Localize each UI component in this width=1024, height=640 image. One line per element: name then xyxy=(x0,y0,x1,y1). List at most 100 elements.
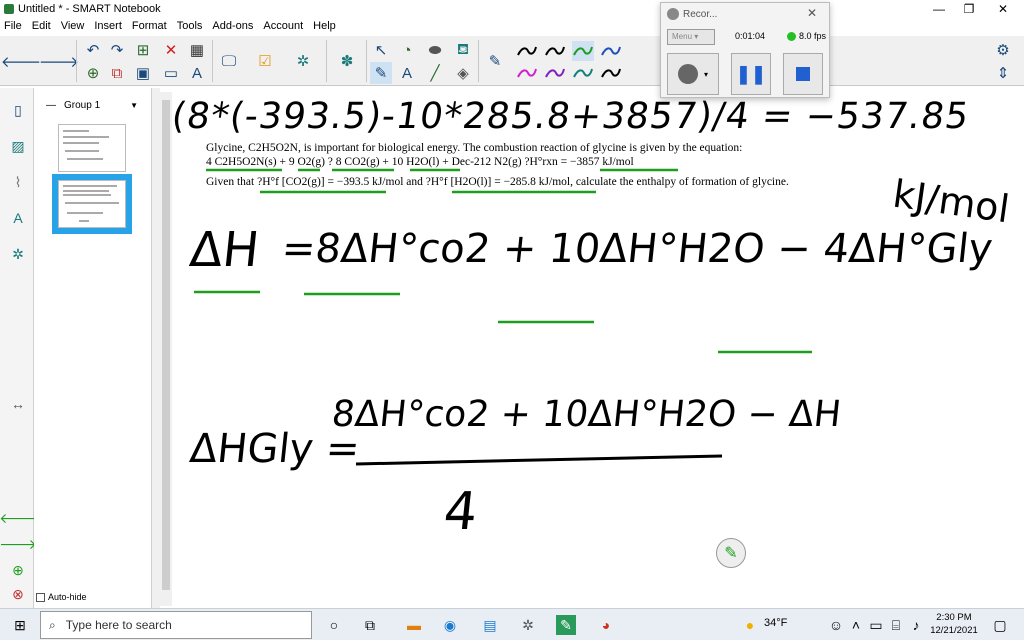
pen-swatch-black-2[interactable] xyxy=(544,41,566,61)
save-icon[interactable]: ▣ xyxy=(132,62,154,84)
floating-pen-icon[interactable]: ✎ xyxy=(716,538,746,568)
menu-view[interactable]: View xyxy=(61,20,85,32)
fill-tool-icon[interactable]: ⛾ xyxy=(452,39,474,61)
menu-bar: File Edit View Insert Format Tools Add-o… xyxy=(0,18,1024,34)
properties-icon[interactable]: A xyxy=(8,208,28,228)
gallery-icon[interactable]: ▨ xyxy=(8,136,28,156)
open-file-icon[interactable]: ⊕ xyxy=(82,62,104,84)
undo-icon[interactable]: ↶ xyxy=(82,39,104,61)
recorder-menu-button[interactable]: Menu ▾ xyxy=(667,29,715,45)
minimize-button[interactable]: — xyxy=(924,0,954,18)
menu-edit[interactable]: Edit xyxy=(32,20,51,32)
search-box[interactable]: ⌕ Type here to search xyxy=(40,611,312,639)
addons-icon[interactable]: ✲ xyxy=(292,50,314,72)
screen-recorder-window: Recor... ✕ Menu ▾ 0:01:04 8.0 fps ▾ ❚❚ xyxy=(660,2,830,98)
windows-start-icon[interactable]: ⊞ xyxy=(10,615,30,635)
back-arrow-icon[interactable]: 🡐 xyxy=(0,508,37,528)
screen-capture-icon[interactable]: ▭ xyxy=(160,62,182,84)
monitor-icon[interactable]: ▭ xyxy=(866,615,886,635)
pen-icon[interactable]: ✎ xyxy=(484,50,506,72)
previous-page-button[interactable]: 🡐 xyxy=(1,50,41,72)
status-dot-icon xyxy=(787,31,796,41)
task-view-icon[interactable]: ⧉ xyxy=(360,615,380,635)
store-icon[interactable]: ▤ xyxy=(480,615,500,635)
smart-notebook-taskbar-icon[interactable]: ✎ xyxy=(556,615,576,635)
whiteboard-canvas[interactable]: Glycine, C2H5O2N, is important for biolo… xyxy=(172,90,1024,608)
cortana-icon[interactable]: ○ xyxy=(324,615,344,635)
add-page-sidebar-icon[interactable]: ⊕ xyxy=(8,560,28,580)
chrome-icon[interactable]: ◕ xyxy=(596,615,616,635)
volume-icon[interactable]: ♪ xyxy=(906,615,926,635)
chevron-down-icon[interactable]: ▼ xyxy=(130,101,138,110)
menu-help[interactable]: Help xyxy=(313,20,336,32)
eraser-icon[interactable]: ◈ xyxy=(452,62,474,84)
taskbar: ⊞ ⌕ Type here to search ○ ⧉ ▬ ◉ ▤ ✲ ✎ ◕ … xyxy=(0,608,1024,640)
panel-splitter[interactable] xyxy=(152,88,160,608)
menu-add-ons[interactable]: Add-ons xyxy=(212,20,253,32)
pen-swatch-purple[interactable] xyxy=(544,63,566,83)
menu-insert[interactable]: Insert xyxy=(94,20,122,32)
thumbnail-content xyxy=(63,185,119,222)
edge-icon[interactable]: ◉ xyxy=(440,615,460,635)
addons-sidebar-icon[interactable]: ✲ xyxy=(8,244,28,264)
select-tool-icon[interactable]: ↖ xyxy=(370,39,392,61)
pause-button[interactable]: ❚❚ xyxy=(731,53,771,95)
recorder-title: Recor... xyxy=(683,9,718,20)
tray-chevron-icon[interactable]: ˄ xyxy=(846,615,866,635)
pen-swatch-black-3[interactable] xyxy=(600,63,622,83)
notifications-icon[interactable]: ▢ xyxy=(990,615,1010,635)
clock[interactable]: 2:30 PM 12/21/2021 xyxy=(930,611,978,637)
line-tool-icon[interactable]: ╱ xyxy=(424,62,446,84)
pen-swatch-blue[interactable] xyxy=(600,41,622,61)
menu-file[interactable]: File xyxy=(4,20,22,32)
network-icon[interactable]: ⌸ xyxy=(886,615,906,635)
maximize-button[interactable]: ❐ xyxy=(954,0,984,18)
app-icon[interactable]: ✲ xyxy=(518,615,538,635)
attachments-icon[interactable]: ⌇ xyxy=(8,172,28,192)
menu-format[interactable]: Format xyxy=(132,20,167,32)
move-toolbar-icon[interactable]: ⇕ xyxy=(992,62,1014,84)
handwritten-eq1-rhs: =8ΔH°co2 + 10ΔH°H2O − 4ΔH°Gly xyxy=(279,226,995,272)
page-thumbnail-1[interactable] xyxy=(58,124,126,172)
toolbar: 🡐 🡒 ↶ ↷ ⊞ ✕ ▦ ⊕ ⧉ ▣ ▭ A 🖵 ☑ ✲ ✽ ↖ ◔ ⬬ ⛾ … xyxy=(0,36,1024,86)
menu-account[interactable]: Account xyxy=(263,20,303,32)
recorder-close-button[interactable]: ✕ xyxy=(807,6,817,20)
pen-swatch-green[interactable] xyxy=(572,41,594,61)
shapes-tool-icon[interactable]: ◔ xyxy=(396,39,418,61)
activity-builder-icon[interactable]: ☑ xyxy=(254,50,276,72)
pen-swatch-teal[interactable] xyxy=(572,63,594,83)
file-explorer-icon[interactable]: ▬ xyxy=(404,615,424,635)
pen-swatch-magenta[interactable] xyxy=(516,63,538,83)
redo-icon[interactable]: ↷ xyxy=(106,39,128,61)
pen-swatch-black-1[interactable] xyxy=(516,41,538,61)
next-page-button[interactable]: 🡒 xyxy=(39,50,79,72)
page-sorter: — Group 1 ▼ xyxy=(34,88,152,608)
add-page-icon[interactable]: ⊞ xyxy=(132,39,154,61)
properties-gear-icon[interactable]: ⚙ xyxy=(992,39,1014,61)
text-tool-icon[interactable]: A xyxy=(396,62,418,84)
delete-page-sidebar-icon[interactable]: ⊗ xyxy=(8,584,28,604)
move-sidebar-icon[interactable]: ↔ xyxy=(8,394,28,414)
eraser-tool-icon[interactable]: ⬬ xyxy=(424,39,446,61)
delete-icon[interactable]: ✕ xyxy=(160,39,182,61)
paste-icon[interactable]: ⧉ xyxy=(106,62,128,84)
menu-tools[interactable]: Tools xyxy=(177,20,203,32)
group-label[interactable]: — Group 1 ▼ xyxy=(46,100,138,111)
page-thumbnail-2[interactable] xyxy=(52,174,132,234)
table-icon[interactable]: ▦ xyxy=(186,39,208,61)
forward-arrow-icon[interactable]: 🡒 xyxy=(0,534,37,554)
autohide-checkbox[interactable]: Auto-hide xyxy=(36,592,87,602)
display-screen-icon[interactable]: 🖵 xyxy=(218,50,240,72)
recorder-elapsed: 0:01:04 xyxy=(735,31,766,41)
lab-icon[interactable]: ✽ xyxy=(336,50,358,72)
page-sorter-icon[interactable]: ▯ xyxy=(8,100,28,120)
record-button[interactable]: ▾ xyxy=(667,53,719,95)
people-icon[interactable]: ☺ xyxy=(826,615,846,635)
scrollbar-thumb[interactable] xyxy=(162,100,170,590)
vertical-scrollbar[interactable] xyxy=(160,92,172,606)
pens-tool-icon[interactable]: ✎ xyxy=(370,62,392,84)
close-button[interactable]: ✕ xyxy=(988,0,1018,18)
fraction-bar xyxy=(355,454,723,466)
stop-button[interactable] xyxy=(783,53,823,95)
text-fit-icon[interactable]: A xyxy=(186,62,208,84)
